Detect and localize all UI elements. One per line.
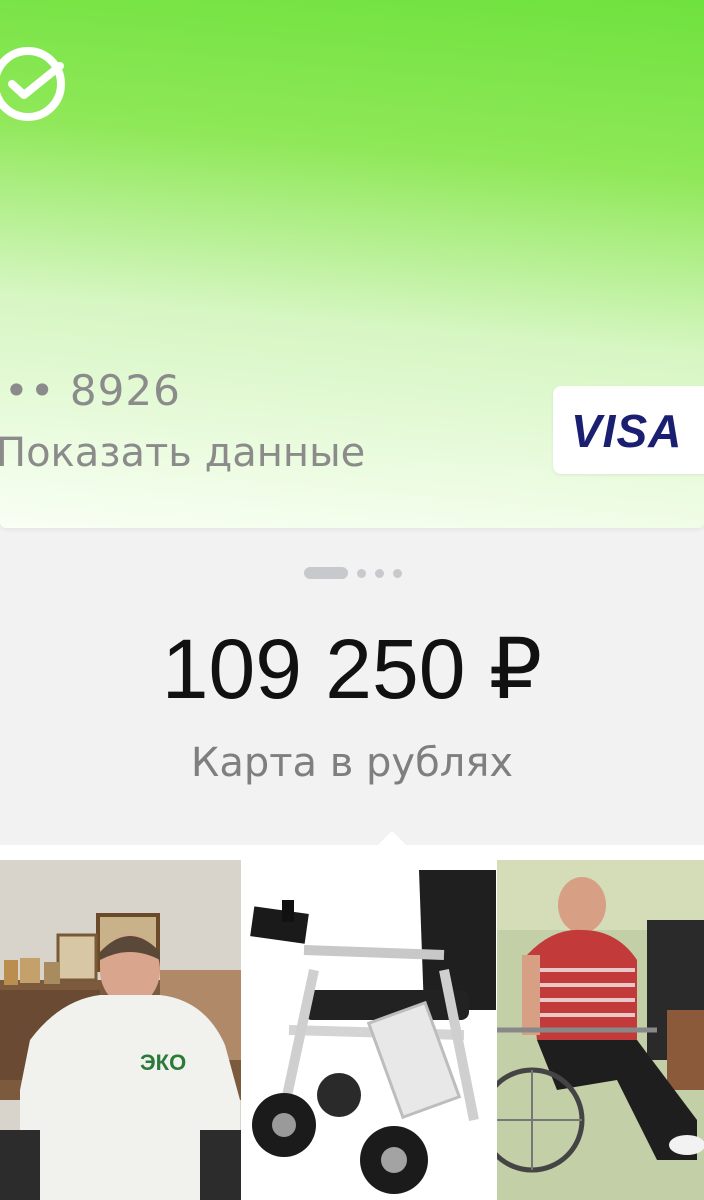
pager-dot (375, 568, 384, 578)
photo-strip: ЭКО (0, 830, 704, 1200)
card-masked-number: •• 8926 (4, 366, 181, 415)
card-pager[interactable] (304, 566, 402, 580)
account-balance: 109 250 ₽ (161, 622, 543, 716)
visa-logo: VISA (571, 405, 683, 457)
show-card-data-button[interactable]: Показать данные (0, 430, 365, 476)
visa-badge: VISA (553, 386, 704, 474)
bank-card-screen: •• 8926 Показать данные VISA 109 250 ₽ К… (0, 0, 704, 1200)
bank-card[interactable]: •• 8926 Показать данные VISA (0, 0, 704, 528)
electric-wheelchair-photo (244, 860, 496, 1200)
tooltip-notch (377, 830, 407, 860)
elderly-man-in-wheelchair-photo (497, 860, 704, 1200)
account-currency-label: Карта в рублях (190, 740, 514, 786)
pager-dot (393, 568, 402, 578)
pager-dot (357, 568, 366, 578)
man-in-wheelchair-photo: ЭКО (0, 860, 241, 1200)
sber-check-icon (0, 44, 68, 124)
svg-text:ЭКО: ЭКО (140, 1050, 186, 1075)
pager-active-indicator (304, 567, 348, 579)
